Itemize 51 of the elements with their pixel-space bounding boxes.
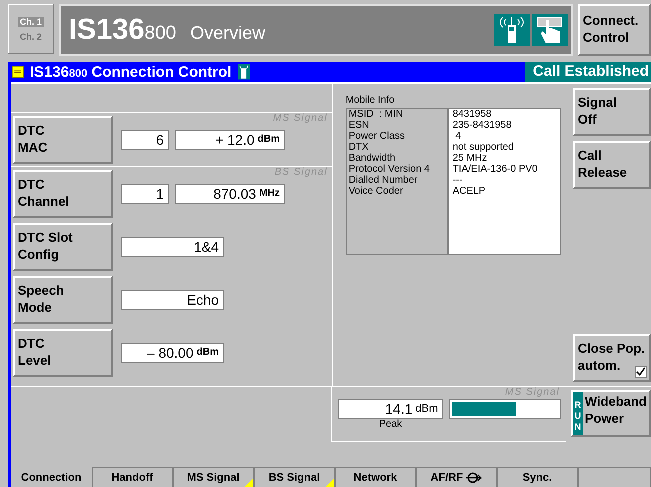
app-title: IS136800 Overview (69, 14, 266, 46)
tab[interactable]: MS Signal (173, 467, 254, 487)
value-field[interactable]: + 12.0 dBm (175, 130, 285, 150)
info-value: TIA/EIA-136-0 PV0 (452, 164, 539, 175)
info-label: Protocol Version 4 (348, 164, 431, 175)
tab[interactable]: BS Signal (254, 467, 335, 487)
run-indicator: RUN (573, 392, 583, 435)
signal-off-button[interactable]: Signal Off (573, 88, 651, 136)
tab[interactable]: AF/RF (416, 467, 497, 487)
circle-arrow-icon (466, 472, 482, 484)
info-value: --- (452, 175, 464, 186)
info-value: not supported (452, 142, 515, 153)
auto-close-checkbox[interactable] (635, 366, 647, 378)
connect-control-button[interactable]: Connect. Control (578, 4, 651, 56)
value-field[interactable]: 6 (121, 130, 169, 150)
peak-caption: Peak (379, 419, 402, 430)
call-status: Call Established (525, 62, 651, 82)
value-field[interactable]: 870.03 MHz (175, 184, 285, 204)
info-label: DTX (348, 142, 370, 153)
info-value: ACELP (452, 186, 487, 197)
info-value: 25 MHz (452, 153, 488, 164)
close-popup-button[interactable]: Close Pop. autom. (573, 334, 651, 382)
setting-button[interactable]: DTC MAC (13, 116, 113, 164)
info-value: 8431958 (452, 109, 493, 120)
info-value: 235-8431958 (452, 120, 513, 131)
value-field[interactable]: 1&4 (121, 236, 224, 256)
value-field[interactable]: – 80.00 dBm (121, 342, 224, 362)
tab[interactable]: Handoff (92, 467, 173, 487)
hand-pointer-icon[interactable] (532, 14, 568, 46)
setting-button[interactable]: DTC Level (13, 328, 113, 376)
info-label: Dialled Number (348, 175, 419, 186)
minimize-icon[interactable] (12, 66, 24, 78)
tab[interactable]: Sync. (497, 467, 578, 487)
info-label: Power Class (348, 131, 406, 142)
call-release-button[interactable]: Call Release (573, 141, 651, 189)
value-field[interactable]: 1 (121, 184, 169, 204)
info-label: ESN (348, 120, 370, 131)
info-label: Bandwidth (348, 153, 397, 164)
value-field[interactable]: Echo (121, 290, 224, 310)
info-value: 4 (454, 131, 462, 142)
setting-button[interactable]: Speech Mode (13, 276, 113, 324)
setting-button[interactable]: DTC Channel (13, 170, 113, 218)
tab[interactable]: Network (335, 467, 416, 487)
setting-button[interactable]: DTC Slot Config (13, 222, 113, 270)
mobile-phone-icon[interactable] (494, 14, 530, 46)
info-label: Voice Coder (348, 186, 404, 197)
mobile-info-title: Mobile Info (346, 94, 396, 108)
mobile-phone-icon (238, 64, 250, 80)
power-readout: 14.1 dBm (338, 399, 444, 419)
window-title: IS136800 Connection Control (30, 64, 232, 80)
info-label: MSID : MIN (348, 109, 404, 120)
